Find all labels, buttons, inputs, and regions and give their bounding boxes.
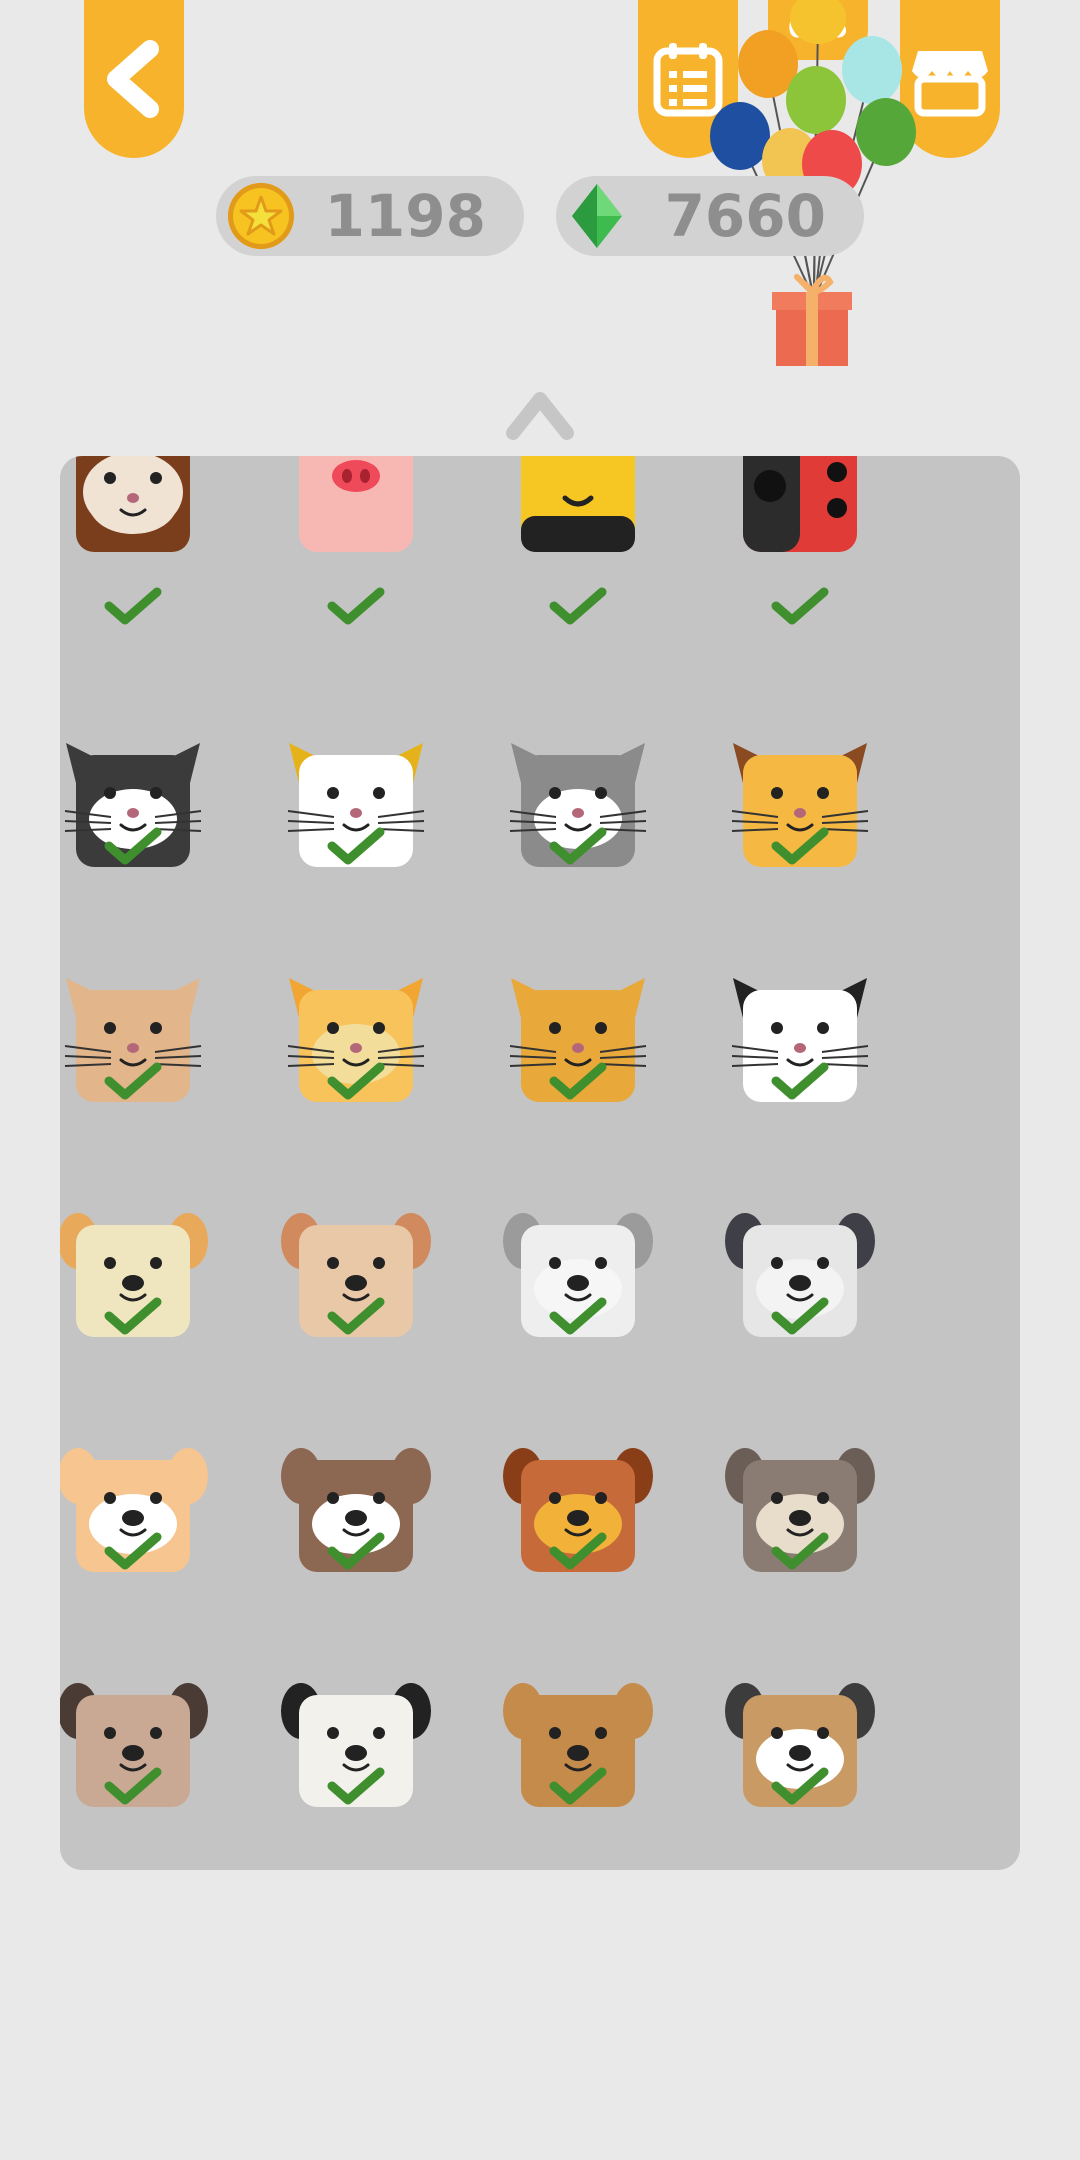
unlocked-check-icon: [104, 1297, 162, 1335]
coin-counter: 1198: [216, 176, 524, 256]
unlocked-check-icon: [327, 827, 385, 865]
unlocked-check-icon: [771, 827, 829, 865]
unlocked-check-icon: [549, 587, 607, 625]
unlocked-check-icon: [549, 1532, 607, 1570]
unlocked-check-icon: [104, 587, 162, 625]
unlocked-check-icon: [104, 1062, 162, 1100]
animal-tile-pig[interactable]: [281, 456, 431, 566]
unlocked-check-icon: [104, 827, 162, 865]
back-button[interactable]: [84, 0, 184, 158]
unlocked-check-icon: [771, 1297, 829, 1335]
unlocked-check-icon: [549, 1297, 607, 1335]
unlocked-check-icon: [549, 827, 607, 865]
gem-counter: 7660: [556, 176, 864, 256]
unlocked-check-icon: [327, 587, 385, 625]
unlocked-check-icon: [771, 1062, 829, 1100]
animal-tile-monkey[interactable]: [60, 456, 208, 566]
chevron-left-icon: [107, 40, 159, 118]
collection-panel[interactable]: [60, 456, 1020, 1870]
unlocked-check-icon: [771, 1767, 829, 1805]
coin-count: 1198: [324, 182, 486, 250]
unlocked-check-icon: [771, 1532, 829, 1570]
unlocked-check-icon: [327, 1297, 385, 1335]
gem-count: 7660: [664, 182, 826, 250]
unlocked-check-icon: [104, 1767, 162, 1805]
animal-tile-bee[interactable]: [503, 456, 653, 566]
unlocked-check-icon: [327, 1062, 385, 1100]
unlocked-check-icon: [549, 1062, 607, 1100]
green-gem-icon: [572, 184, 622, 248]
unlocked-check-icon: [327, 1767, 385, 1805]
animal-tile-ladybug[interactable]: [725, 456, 875, 566]
unlocked-check-icon: [104, 1532, 162, 1570]
chevron-up-icon[interactable]: [505, 385, 575, 445]
unlocked-check-icon: [771, 587, 829, 625]
unlocked-check-icon: [549, 1767, 607, 1805]
unlocked-check-icon: [327, 1532, 385, 1570]
star-coin-icon: [228, 183, 294, 249]
